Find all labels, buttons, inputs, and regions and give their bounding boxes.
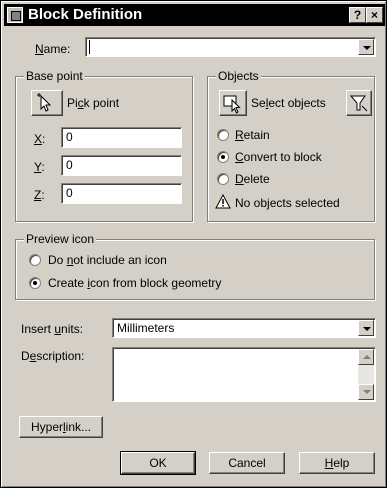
insert-units-value: Millimeters [117, 321, 175, 335]
name-label: Name: [35, 42, 71, 56]
ok-button[interactable]: OK [120, 451, 196, 475]
base-point-group-label: Base point [24, 69, 85, 83]
name-dropdown-arrow-icon[interactable] [358, 39, 374, 55]
warning-icon [215, 194, 231, 209]
pick-point-icon [37, 93, 52, 112]
scroll-up-icon[interactable] [358, 349, 374, 365]
create-icon-label[interactable]: Create icon from block geometry [48, 276, 221, 290]
convert-to-block-radio[interactable] [217, 151, 229, 163]
pick-point-button[interactable] [31, 90, 63, 116]
z-label: Z: [34, 188, 45, 202]
x-label: X: [34, 132, 46, 146]
insert-units-dropdown-arrow-icon[interactable] [358, 320, 374, 336]
description-textarea[interactable] [112, 347, 376, 402]
help-button[interactable]: Help [299, 452, 375, 474]
scroll-down-icon[interactable] [358, 384, 374, 400]
quick-select-button[interactable] [346, 90, 372, 116]
app-icon [7, 7, 23, 23]
selection-status: No objects selected [235, 196, 340, 210]
objects-group-label: Objects [216, 69, 261, 83]
help-title-button[interactable]: ? [349, 7, 366, 23]
select-objects-label[interactable]: Select objects [251, 96, 326, 110]
insert-units-select[interactable]: Millimeters [112, 318, 376, 338]
y-input[interactable]: 0 [61, 155, 182, 176]
dialog-title: Block Definition [28, 6, 143, 23]
cancel-button[interactable]: Cancel [209, 452, 285, 474]
no-icon-label[interactable]: Do not include an icon [48, 253, 167, 267]
text-cursor [89, 40, 90, 54]
block-definition-dialog: Block Definition ? × Name: Base point Pi… [0, 0, 387, 488]
quick-select-funnel-icon [349, 95, 368, 112]
convert-to-block-label[interactable]: Convert to block [235, 150, 322, 164]
description-label: Description: [21, 349, 85, 363]
create-icon-radio[interactable] [29, 277, 41, 289]
z-input[interactable]: 0 [61, 183, 182, 204]
select-objects-icon [223, 95, 241, 114]
pick-point-label[interactable]: Pick point [67, 96, 119, 110]
x-value: 0 [66, 130, 73, 144]
title-bar[interactable]: Block Definition ? × [4, 4, 385, 26]
delete-label[interactable]: Delete [235, 172, 270, 186]
x-input[interactable]: 0 [61, 127, 182, 148]
no-icon-radio[interactable] [29, 254, 41, 266]
insert-units-label: Insert units: [21, 322, 84, 336]
retain-radio[interactable] [217, 129, 229, 141]
z-value: 0 [66, 186, 73, 200]
select-objects-button[interactable] [219, 90, 247, 116]
retain-label[interactable]: Retain [235, 128, 270, 142]
name-combobox[interactable] [85, 37, 376, 57]
y-value: 0 [66, 158, 73, 172]
description-scrollbar[interactable] [358, 349, 374, 400]
y-label: Y: [34, 160, 45, 174]
close-button[interactable]: × [366, 7, 383, 23]
delete-radio[interactable] [217, 173, 229, 185]
hyperlink-button[interactable]: Hyperlink... [19, 416, 103, 438]
preview-icon-group: Preview icon [15, 232, 375, 300]
preview-icon-group-label: Preview icon [24, 232, 97, 246]
